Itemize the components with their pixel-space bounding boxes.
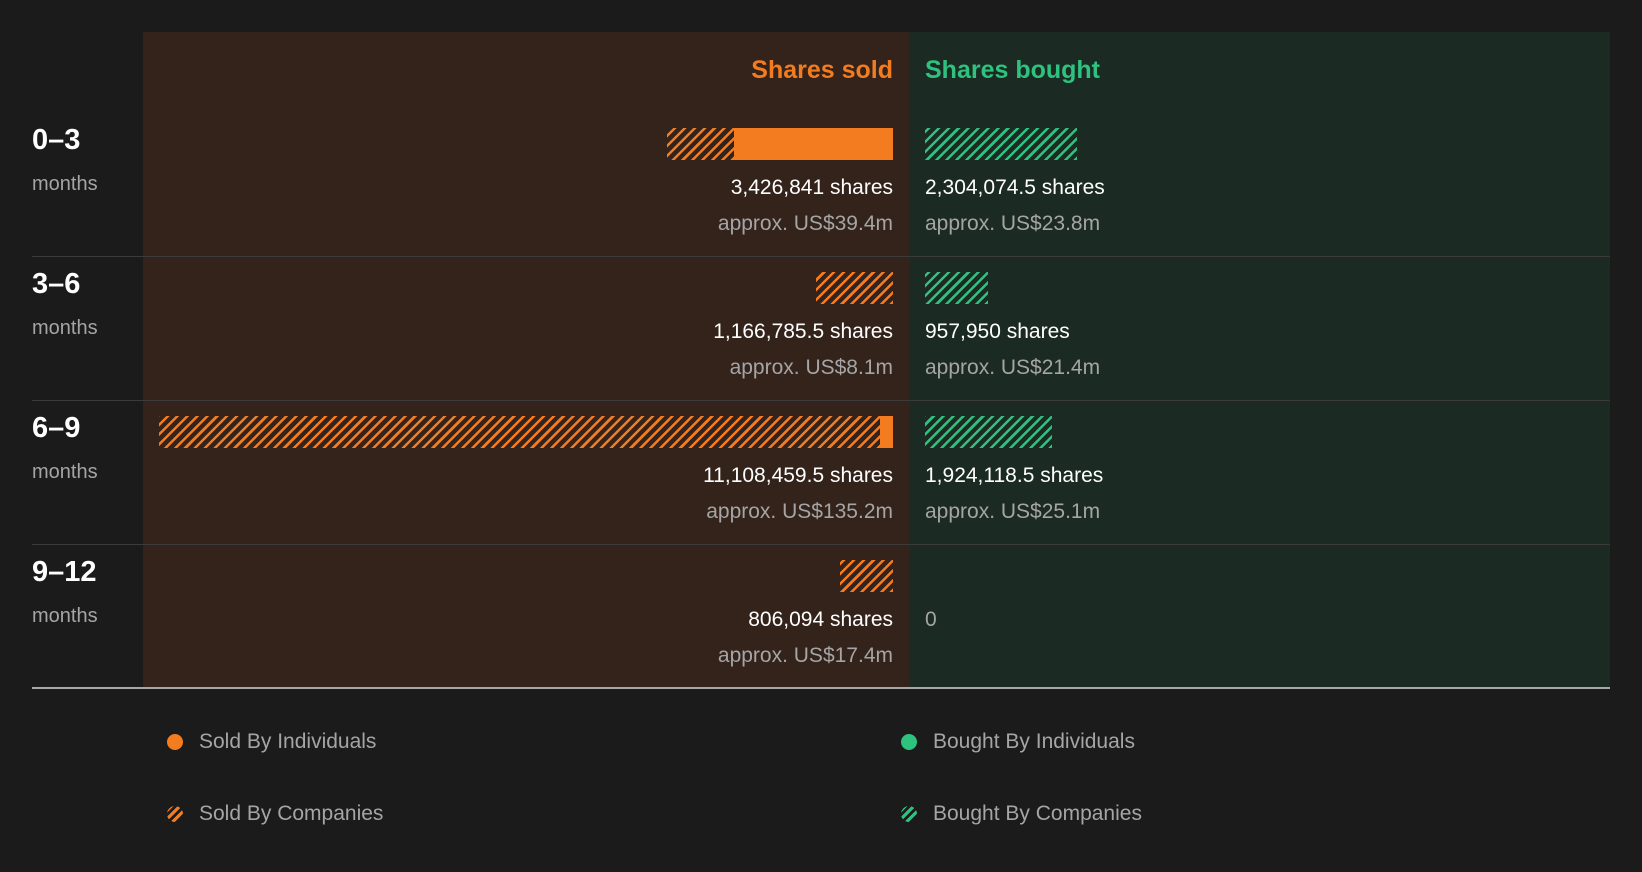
legend-item[interactable]: Bought By Individuals xyxy=(901,728,1135,756)
legend-item[interactable]: Sold By Companies xyxy=(167,800,383,828)
bought-companies-bar xyxy=(925,416,1053,448)
shares-bought-header: Shares bought xyxy=(925,56,1101,84)
sold-individuals-bar xyxy=(734,128,893,160)
bought-companies-bar xyxy=(925,128,1078,160)
sold-value-label: approx. US$17.4m xyxy=(717,644,893,667)
period-unit-label: months xyxy=(32,317,98,339)
row-separator xyxy=(32,400,1610,401)
bought-value-label: approx. US$25.1m xyxy=(925,500,1101,523)
legend-label: Bought By Companies xyxy=(933,802,1142,825)
bought-value-label: approx. US$23.8m xyxy=(925,212,1101,235)
period-unit-label: months xyxy=(32,461,98,483)
legend-label: Sold By Companies xyxy=(199,802,384,825)
sold-value-label: approx. US$135.2m xyxy=(706,500,893,523)
sold-value-label: approx. US$8.1m xyxy=(729,356,893,379)
bought-value-label: approx. US$21.4m xyxy=(925,356,1101,379)
bought-shares-label: 1,924,118.5 shares xyxy=(925,464,1104,487)
period-range-label: 9–12 xyxy=(32,556,97,588)
sold-value-label: approx. US$39.4m xyxy=(717,212,893,235)
legend-item[interactable]: Sold By Individuals xyxy=(167,728,376,756)
sold-companies-bar xyxy=(159,416,880,448)
row-separator xyxy=(32,256,1610,257)
chart-baseline xyxy=(32,687,1610,689)
sold-individuals-bar xyxy=(879,416,893,448)
period-range-label: 6–9 xyxy=(32,412,81,444)
legend-item[interactable]: Bought By Companies xyxy=(901,800,1142,828)
bought-shares-label: 2,304,074.5 shares xyxy=(925,176,1105,199)
legend-solid-dot-icon xyxy=(901,734,917,750)
sold-shares-label: 806,094 shares xyxy=(748,608,893,631)
sold-shares-label: 11,108,459.5 shares xyxy=(703,464,893,487)
period-unit-label: months xyxy=(32,605,98,627)
legend-label: Sold By Individuals xyxy=(199,730,377,753)
insider-trading-chart: Shares sold Shares bought 0–3 months 3,426… xyxy=(0,0,1642,872)
sold-shares-label: 1,166,785.5 shares xyxy=(713,320,893,343)
period-range-label: 3–6 xyxy=(32,268,81,300)
period-range-label: 0–3 xyxy=(32,124,81,156)
period-unit-label: months xyxy=(32,173,98,195)
legend-hatched-dot-icon xyxy=(901,806,917,822)
sold-companies-bar xyxy=(666,128,735,160)
legend-solid-dot-icon xyxy=(167,734,183,750)
shares-sold-header: Shares sold xyxy=(751,56,893,84)
bought-shares-label: 0 xyxy=(925,608,937,631)
sold-companies-bar xyxy=(815,272,893,304)
bought-shares-label: 957,950 shares xyxy=(925,320,1070,343)
legend-hatched-dot-icon xyxy=(167,806,183,822)
sold-shares-label: 3,426,841 shares xyxy=(730,176,893,199)
legend-label: Bought By Individuals xyxy=(933,730,1135,753)
row-separator xyxy=(32,544,1610,545)
bought-companies-bar xyxy=(925,272,989,304)
sold-companies-bar xyxy=(839,560,893,592)
